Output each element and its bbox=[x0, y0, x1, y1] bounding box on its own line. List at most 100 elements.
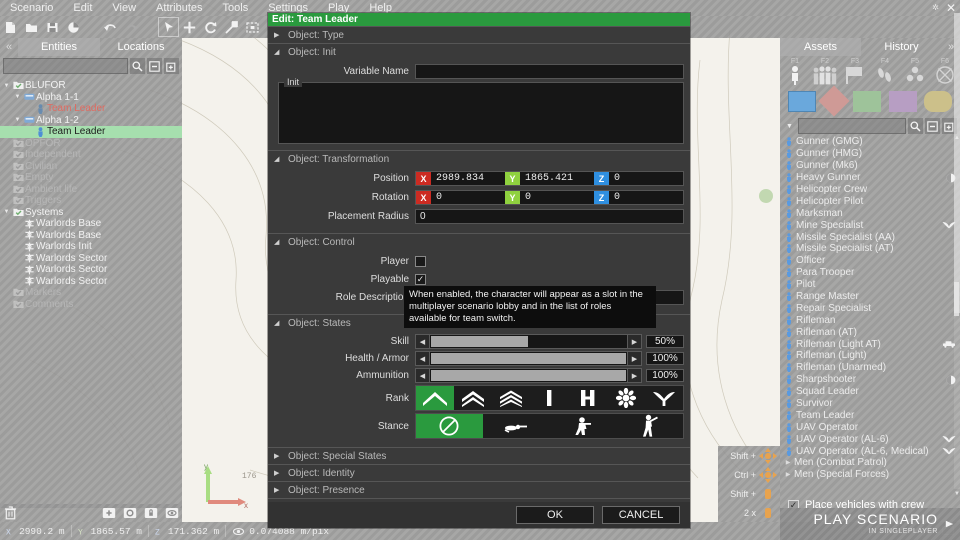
tree-item-markers[interactable]: ▼Markers bbox=[0, 287, 182, 299]
slider-decrease-icon[interactable]: ◀ bbox=[415, 334, 430, 349]
collapse-panel-button[interactable]: « bbox=[0, 38, 18, 56]
redo-icon[interactable] bbox=[121, 17, 142, 37]
new-file-icon[interactable] bbox=[0, 17, 21, 37]
entities-search-input[interactable] bbox=[3, 58, 128, 74]
ammunition-slider-track[interactable] bbox=[430, 368, 627, 383]
play-scenario-button[interactable]: PLAY SCENARIO IN SINGLEPLAYER bbox=[780, 508, 960, 540]
asset-list-item[interactable]: Helicopter Pilot bbox=[782, 195, 960, 207]
asset-list-item[interactable]: Helicopter Crew bbox=[782, 184, 960, 196]
tree-item-warlords-sector[interactable]: ▼Warlords Sector bbox=[0, 276, 182, 288]
swatch-empty[interactable] bbox=[924, 91, 952, 112]
tab-history[interactable]: History bbox=[861, 38, 942, 56]
swatch-independent[interactable] bbox=[853, 91, 881, 112]
stance-option-standing[interactable] bbox=[616, 414, 683, 438]
position-y-input[interactable]: 1865.421 bbox=[520, 172, 594, 185]
slider-increase-icon[interactable]: ▶ bbox=[627, 334, 642, 349]
search-icon[interactable] bbox=[908, 118, 923, 134]
slider-decrease-icon[interactable]: ◀ bbox=[415, 368, 430, 383]
rank-selector[interactable] bbox=[415, 385, 684, 411]
asset-list-item[interactable]: Range Master bbox=[782, 291, 960, 303]
chevron-right-icon[interactable]: ▶ bbox=[782, 471, 794, 478]
asset-list-item[interactable]: Sharpshooter bbox=[782, 374, 960, 386]
tree-item-triggers[interactable]: ▼Triggers bbox=[0, 195, 182, 207]
tree-item-warlords-sector[interactable]: ▼Warlords Sector bbox=[0, 264, 182, 276]
asset-list-item[interactable]: Missile Specialist (AA) bbox=[782, 231, 960, 243]
asset-category-f4[interactable]: F4 bbox=[870, 58, 900, 86]
move-tool-icon[interactable] bbox=[179, 17, 200, 37]
swatch-civilian[interactable] bbox=[889, 91, 917, 112]
asset-list-item[interactable]: Rifleman (Light) bbox=[782, 350, 960, 362]
asset-list-item[interactable]: Rifleman bbox=[782, 314, 960, 326]
asset-list-item[interactable]: Rifleman (Light AT) bbox=[782, 338, 960, 350]
asset-list-item[interactable]: ▶Men (Special Forces) bbox=[782, 469, 960, 481]
stance-option-crouch[interactable] bbox=[550, 414, 617, 438]
collapse-all-icon[interactable] bbox=[147, 58, 162, 74]
stance-option-prone[interactable] bbox=[483, 414, 550, 438]
menu-item-view[interactable]: View bbox=[102, 0, 146, 16]
asset-list-item[interactable]: Rifleman (AT) bbox=[782, 326, 960, 338]
rank-option-private[interactable] bbox=[416, 386, 454, 410]
ok-button[interactable]: OK bbox=[516, 506, 594, 524]
eye-preview-icon[interactable] bbox=[161, 504, 182, 522]
tree-item-team-leader[interactable]: ▼Team Leader bbox=[0, 126, 182, 138]
asset-category-f1[interactable]: F1 bbox=[780, 58, 810, 86]
tree-item-ambient-life[interactable]: ▼Ambient life bbox=[0, 184, 182, 196]
add-layer-icon[interactable] bbox=[164, 58, 179, 74]
asset-list-item[interactable]: Team Leader bbox=[782, 409, 960, 421]
camera-icon[interactable] bbox=[119, 504, 140, 522]
tree-item-warlords-sector[interactable]: ▼Warlords Sector bbox=[0, 253, 182, 265]
undo-icon[interactable] bbox=[100, 17, 121, 37]
menu-item-tools[interactable]: Tools bbox=[213, 0, 259, 16]
section-object-special-states[interactable]: ▶ Object: Special States bbox=[268, 447, 690, 464]
rank-option-major[interactable] bbox=[607, 386, 645, 410]
chevron-down-icon[interactable]: ▼ bbox=[2, 83, 11, 89]
select-tool-icon[interactable] bbox=[158, 17, 179, 37]
asset-category-f2[interactable]: F2 bbox=[810, 58, 840, 86]
section-object-init[interactable]: ◢ Object: Init bbox=[268, 43, 690, 60]
search-icon[interactable] bbox=[130, 58, 145, 74]
menu-item-scenario[interactable]: Scenario bbox=[0, 0, 63, 16]
playable-checkbox[interactable]: ✓ bbox=[415, 274, 426, 285]
cancel-button[interactable]: CANCEL bbox=[602, 506, 680, 524]
asset-list-item[interactable]: Para Trooper bbox=[782, 267, 960, 279]
asset-list-item[interactable]: Repair Specialist bbox=[782, 302, 960, 314]
placement-radius-input[interactable]: 0 bbox=[415, 209, 684, 224]
asset-list-item[interactable]: Heavy Gunner bbox=[782, 172, 960, 184]
init-code-textarea[interactable]: Init bbox=[278, 82, 684, 144]
asset-list-item[interactable]: Mine Specialist bbox=[782, 219, 960, 231]
tab-locations[interactable]: Locations bbox=[100, 38, 182, 56]
asset-list-item[interactable]: Gunner (GMG) bbox=[782, 136, 960, 148]
assets-list[interactable]: Gunner (GMG)Gunner (HMG)Gunner (Mk6)Heav… bbox=[780, 136, 960, 496]
swatch-blufor[interactable] bbox=[788, 91, 816, 112]
dialog-scrollbar[interactable] bbox=[954, 13, 960, 489]
health-armor-slider-track[interactable] bbox=[430, 351, 627, 366]
tree-item-team-leader[interactable]: ▼Team Leader bbox=[0, 103, 182, 115]
swatch-opfor[interactable] bbox=[819, 85, 850, 116]
asset-list-item[interactable]: Squad Leader bbox=[782, 386, 960, 398]
tree-item-systems[interactable]: ▼Systems bbox=[0, 207, 182, 219]
asset-list-item[interactable]: Rifleman (Unarmed) bbox=[782, 362, 960, 374]
chevron-down-icon[interactable]: ▼ bbox=[13, 117, 22, 123]
tree-item-warlords-base[interactable]: ▼Warlords Base bbox=[0, 218, 182, 230]
health-armor-value[interactable]: 100% bbox=[646, 352, 684, 365]
scale-tool-icon[interactable] bbox=[221, 17, 242, 37]
asset-list-item[interactable]: Missile Specialist (AT) bbox=[782, 243, 960, 255]
rank-option-lieutenant[interactable] bbox=[530, 386, 568, 410]
chevron-right-icon[interactable]: ▶ bbox=[782, 459, 794, 466]
tree-item-warlords-base[interactable]: ▼Warlords Base bbox=[0, 230, 182, 242]
chevron-down-icon[interactable]: ▼ bbox=[13, 94, 22, 100]
asset-list-item[interactable]: UAV Operator bbox=[782, 421, 960, 433]
tree-item-independent[interactable]: ▼Independent bbox=[0, 149, 182, 161]
tree-item-opfor[interactable]: ▼OPFOR bbox=[0, 138, 182, 150]
ammunition-slider[interactable]: ◀ ▶ bbox=[415, 368, 642, 383]
position-x-input[interactable]: 2989.834 bbox=[431, 172, 505, 185]
skill-slider-track[interactable] bbox=[430, 334, 627, 349]
add-marker-icon[interactable] bbox=[98, 504, 119, 522]
marquee-tool-icon[interactable] bbox=[242, 17, 263, 37]
section-object-identity[interactable]: ▶ Object: Identity bbox=[268, 464, 690, 481]
tree-item-alpha-1-2[interactable]: ▼Alpha 1-2 bbox=[0, 115, 182, 127]
ammunition-value[interactable]: 100% bbox=[646, 369, 684, 382]
assets-search-input[interactable] bbox=[798, 118, 906, 134]
rank-option-sergeant[interactable] bbox=[492, 386, 530, 410]
section-object-transformation[interactable]: ◢ Object: Transformation bbox=[268, 150, 690, 167]
